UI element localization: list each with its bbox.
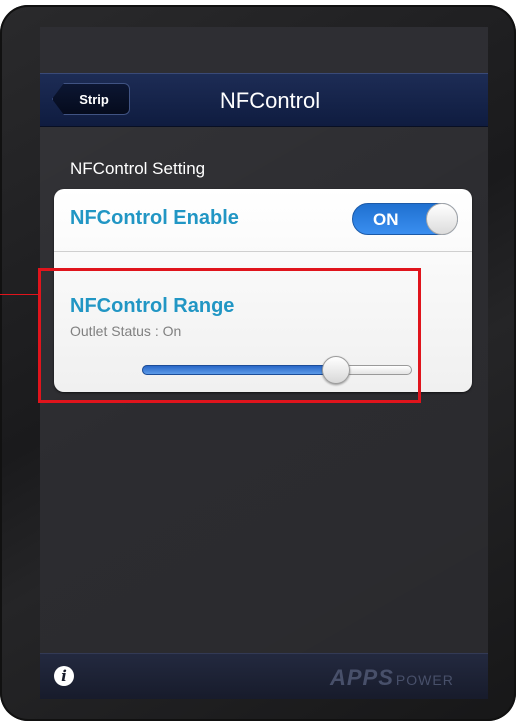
- back-button[interactable]: Strip: [52, 83, 130, 115]
- enable-row: NFControl Enable ON: [54, 189, 472, 252]
- toggle-knob: [426, 203, 458, 235]
- status-strip: [40, 27, 488, 73]
- back-button-label: Strip: [79, 91, 109, 107]
- enable-toggle[interactable]: ON: [352, 203, 458, 235]
- brand-sub-text: POWER: [395, 672, 454, 688]
- section-header: NFControl Setting: [70, 159, 206, 178]
- page-title: NFControl: [219, 88, 321, 113]
- toggle-state-text: ON: [373, 210, 399, 229]
- annotation-pointer-line: [0, 294, 38, 295]
- info-icon[interactable]: i: [54, 666, 74, 686]
- brand-logo: APPS POWER: [330, 665, 454, 691]
- bottom-bar: i APPS POWER: [40, 653, 488, 699]
- navigation-bar: Strip NFControl: [40, 73, 488, 127]
- enable-label: NFControl Enable: [70, 207, 239, 229]
- brand-main-text: APPS: [330, 665, 394, 690]
- annotation-highlight-box: [38, 268, 421, 403]
